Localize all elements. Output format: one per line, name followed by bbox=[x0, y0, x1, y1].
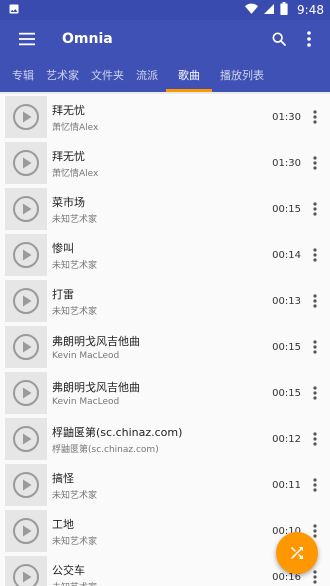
song-row[interactable]: 弗朗明戈风吉他曲 Kevin MacLeod 00:15 bbox=[0, 324, 330, 370]
play-thumbnail[interactable] bbox=[5, 418, 47, 460]
song-title: 弗朗明戈风吉他曲 bbox=[52, 381, 140, 394]
song-duration: 00:12 bbox=[272, 433, 301, 445]
play-thumbnail[interactable] bbox=[5, 556, 47, 586]
song-title: 公交车 bbox=[52, 563, 85, 577]
tab-bar: 专辑 艺术家 文件夹 流派 歌曲 播放列表 bbox=[0, 58, 330, 92]
song-artist: 未知艺术家 bbox=[52, 214, 98, 225]
play-icon bbox=[13, 426, 39, 452]
play-icon bbox=[13, 472, 39, 498]
play-thumbnail[interactable] bbox=[5, 234, 47, 276]
play-thumbnail[interactable] bbox=[5, 464, 47, 506]
play-thumbnail[interactable] bbox=[5, 372, 47, 414]
signal-icon bbox=[263, 3, 275, 18]
song-artist: 未知艺术家 bbox=[52, 260, 98, 271]
song-title: 打雷 bbox=[52, 287, 74, 301]
song-artist: 未知艺术家 bbox=[52, 306, 98, 317]
song-title: 菜市场 bbox=[52, 195, 85, 209]
song-duration: 00:13 bbox=[272, 295, 301, 307]
song-duration: 01:30 bbox=[272, 157, 301, 169]
battery-icon bbox=[280, 2, 288, 18]
song-title: 工地 bbox=[52, 517, 74, 531]
tab-genres[interactable]: 流派 bbox=[130, 58, 164, 92]
play-thumbnail[interactable] bbox=[5, 142, 47, 184]
song-duration: 00:15 bbox=[272, 387, 301, 399]
more-vert-icon[interactable] bbox=[306, 102, 324, 132]
song-artist: 萧忆情Alex bbox=[52, 168, 99, 179]
play-icon bbox=[13, 334, 39, 360]
play-icon bbox=[13, 288, 39, 314]
song-row[interactable]: 拜无忧萧忆情Alex 01:30 bbox=[0, 140, 330, 186]
more-vert-icon[interactable] bbox=[294, 24, 324, 54]
song-row[interactable]: 搞怪未知艺术家 00:11 bbox=[0, 462, 330, 508]
song-artist: Kevin MacLeod bbox=[52, 397, 120, 407]
song-artist: Kevin MacLeod bbox=[52, 351, 120, 361]
more-vert-icon[interactable] bbox=[306, 424, 324, 454]
song-title: 桴鼬匽第(sc.chinaz.com) bbox=[52, 425, 183, 439]
song-row[interactable]: 菜市场未知艺术家 00:15 bbox=[0, 186, 330, 232]
status-bar: 9:48 bbox=[0, 0, 330, 20]
more-vert-icon[interactable] bbox=[306, 470, 324, 500]
play-thumbnail[interactable] bbox=[5, 188, 47, 230]
shuffle-button[interactable] bbox=[276, 532, 318, 574]
song-title: 拜无忧 bbox=[52, 149, 85, 163]
play-icon bbox=[13, 564, 39, 586]
more-vert-icon[interactable] bbox=[306, 148, 324, 178]
more-vert-icon[interactable] bbox=[306, 332, 324, 362]
song-duration: 01:30 bbox=[272, 111, 301, 123]
song-duration: 00:14 bbox=[272, 249, 301, 261]
tab-folders[interactable]: 文件夹 bbox=[85, 58, 130, 92]
search-icon[interactable] bbox=[264, 24, 294, 54]
song-duration: 00:11 bbox=[272, 479, 301, 491]
play-icon bbox=[13, 104, 39, 130]
play-thumbnail[interactable] bbox=[5, 326, 47, 368]
song-artist: 未知艺术家 bbox=[52, 490, 98, 501]
song-artist: 未知艺术家 bbox=[52, 580, 271, 586]
song-title: 弗朗明戈风吉他曲 bbox=[52, 335, 140, 348]
song-artist: 桴鼬匽第(sc.chinaz.com) bbox=[52, 444, 159, 455]
app-bar: Omnia bbox=[0, 20, 330, 58]
play-icon bbox=[13, 196, 39, 222]
song-row[interactable]: 桴鼬匽第(sc.chinaz.com) 桴鼬匽第(sc.chinaz.com) 00… bbox=[0, 416, 330, 462]
shuffle-icon bbox=[291, 547, 303, 559]
more-vert-icon[interactable] bbox=[306, 286, 324, 316]
more-vert-icon[interactable] bbox=[306, 378, 324, 408]
status-time: 9:48 bbox=[297, 3, 324, 17]
song-title: 惨叫 bbox=[52, 241, 74, 255]
tab-songs[interactable]: 歌曲 bbox=[164, 58, 214, 92]
wifi-icon bbox=[245, 3, 259, 18]
song-title: 搞怪 bbox=[52, 471, 74, 485]
tab-artists[interactable]: 艺术家 bbox=[40, 58, 85, 92]
song-row[interactable]: 惨叫未知艺术家 00:14 bbox=[0, 232, 330, 278]
play-thumbnail[interactable] bbox=[5, 510, 47, 552]
image-notification-icon bbox=[8, 3, 20, 18]
play-icon bbox=[13, 150, 39, 176]
song-title: 拜无忧 bbox=[52, 103, 85, 117]
song-artist: 未知艺术家 bbox=[52, 536, 98, 547]
play-thumbnail[interactable] bbox=[5, 280, 47, 322]
play-icon bbox=[13, 518, 39, 544]
more-vert-icon[interactable] bbox=[306, 240, 324, 270]
song-row[interactable]: 弗朗明戈风吉他曲 Kevin MacLeod 00:15 bbox=[0, 370, 330, 416]
play-thumbnail[interactable] bbox=[5, 96, 47, 138]
tab-albums[interactable]: 专辑 bbox=[6, 58, 40, 92]
song-list[interactable]: 拜无忧 萧忆情Alex 01:30 拜无忧 萧忆情Alex 01:30 菜市场 未知艺术家 00… bbox=[0, 92, 330, 586]
play-icon bbox=[13, 242, 39, 268]
hamburger-icon[interactable] bbox=[12, 24, 42, 54]
song-duration: 00:15 bbox=[272, 341, 301, 353]
tab-playlists[interactable]: 播放列表 bbox=[214, 58, 270, 92]
more-vert-icon[interactable] bbox=[306, 194, 324, 224]
app-title: Omnia bbox=[62, 31, 113, 47]
song-row[interactable]: 拜无忧萧忆情Alex 01:30 bbox=[0, 94, 330, 140]
song-artist: 萧忆情Alex bbox=[52, 122, 99, 133]
song-duration: 00:15 bbox=[272, 203, 301, 215]
play-icon bbox=[13, 380, 39, 406]
song-row[interactable]: 打雷未知艺术家 00:13 bbox=[0, 278, 330, 324]
